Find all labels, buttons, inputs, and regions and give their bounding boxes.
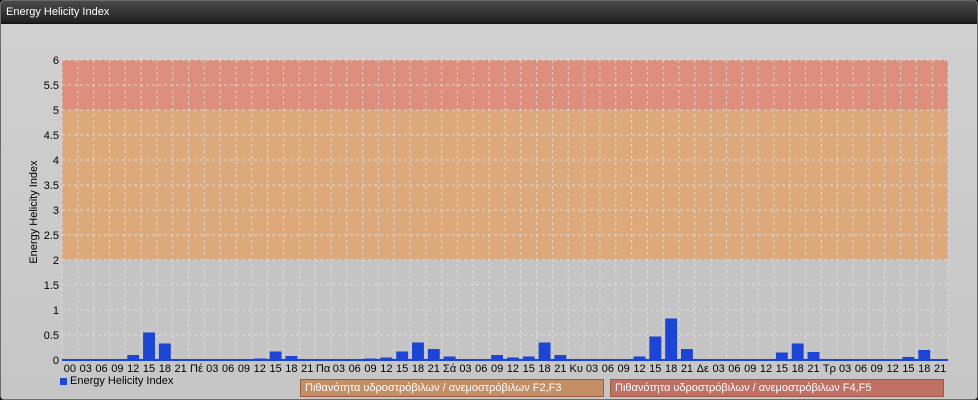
x-tick-label: 15 [143,363,155,375]
x-tick-label: 03 [712,363,724,375]
x-tick-label: Πέ [190,363,203,375]
x-tick-label: 18 [538,363,550,375]
x-tick-label: 18 [918,363,930,375]
legend-swatch-icon [60,377,67,385]
x-tick-label: 21 [807,363,819,375]
x-tick-label: Τρ [823,363,836,375]
x-tick-label: 06 [222,363,234,375]
x-tick-label: 21 [301,363,313,375]
x-tick-label: 09 [364,363,376,375]
bar [918,350,931,360]
x-tick-label: 06 [602,363,614,375]
x-tick-label: 03 [839,363,851,375]
x-tick-label: 12 [507,363,519,375]
x-tick-label: Πα [316,363,331,375]
x-tick-label: 09 [871,363,883,375]
band-label-f2-f3: Πιθανότητα υδροστρόβιλων / ανεμοστρόβιλω… [300,379,604,397]
x-tick-label: 09 [744,363,756,375]
x-tick-label: 06 [95,363,107,375]
x-tick-label: Σά [443,363,457,375]
x-tick-label: 03 [333,363,345,375]
y-tick-label: 4 [53,155,59,167]
x-tick-label: 15 [269,363,281,375]
y-tick-label: 2 [53,255,59,267]
legend: Energy Helicity Index [60,375,173,387]
x-tick-label: 09 [618,363,630,375]
x-tick-label: 12 [760,363,772,375]
x-tick-label: 21 [175,363,187,375]
bar [538,342,551,360]
bar [791,343,804,360]
x-tick-label: 15 [396,363,408,375]
bar [427,349,440,360]
y-tick-label: 2.5 [44,230,59,242]
y-tick-label: 3.5 [44,180,59,192]
x-tick-label: 06 [349,363,361,375]
x-tick-label: 15 [523,363,535,375]
x-tick-label: 09 [238,363,250,375]
bar [396,351,409,360]
x-tick-label: 21 [934,363,946,375]
band-label-f4-f5: Πιθανότητα υδροστρόβιλων / ανεμοστρόβιλω… [610,379,944,397]
x-tick-label: 18 [159,363,171,375]
y-tick-label: 1 [53,305,59,317]
bar [775,352,788,360]
x-tick-label: 12 [380,363,392,375]
x-tick-label: 15 [776,363,788,375]
y-tick-label: 0.5 [44,330,59,342]
y-tick-label: 6 [53,55,59,67]
y-tick-label: 3 [53,205,59,217]
x-tick-label: 03 [586,363,598,375]
x-tick-label: 09 [111,363,123,375]
y-tick-label: 4.5 [44,130,59,142]
x-tick-label: 12 [887,363,899,375]
x-tick-label: 12 [633,363,645,375]
bar [412,342,424,360]
x-tick-label: 06 [475,363,487,375]
x-tick-label: 06 [728,363,740,375]
bar [807,352,820,360]
x-tick-label: 21 [681,363,693,375]
legend-label: Energy Helicity Index [70,375,174,387]
x-tick-label: 12 [254,363,266,375]
x-tick-label: 18 [285,363,297,375]
y-tick-label: 1.5 [44,280,59,292]
x-tick-label: 03 [459,363,471,375]
energy-helicity-chart: 00.511.522.533.544.555.5600 03 06 09 12 15 18 2… [28,55,949,375]
x-tick-label: 18 [412,363,424,375]
x-tick-label: 15 [649,363,661,375]
x-tick-label: 12 [127,363,139,375]
x-tick-label: 18 [665,363,677,375]
x-tick-label: 03 [80,363,92,375]
x-tick-label: Κυ [570,363,583,375]
bar [681,349,693,360]
bar [649,336,662,360]
x-tick-label: 06 [855,363,867,375]
bar [269,351,282,360]
x-tick-label: 15 [902,363,914,375]
y-tick-label: 5.5 [44,80,59,92]
bar [158,343,171,360]
x-tick-label: 03 [206,363,218,375]
bar [143,332,155,360]
y-axis-label: Energy Helicity Index [28,160,40,264]
y-tick-label: 5 [53,105,59,117]
x-tick-label: 09 [491,363,503,375]
x-tick-label: 21 [554,363,566,375]
x-tick-label: 00 [64,363,76,375]
y-tick-label: 0 [53,355,59,367]
x-tick-label: 21 [428,363,440,375]
x-tick-label: 18 [792,363,804,375]
bar [665,318,678,360]
x-tick-label: Δε [697,363,709,375]
